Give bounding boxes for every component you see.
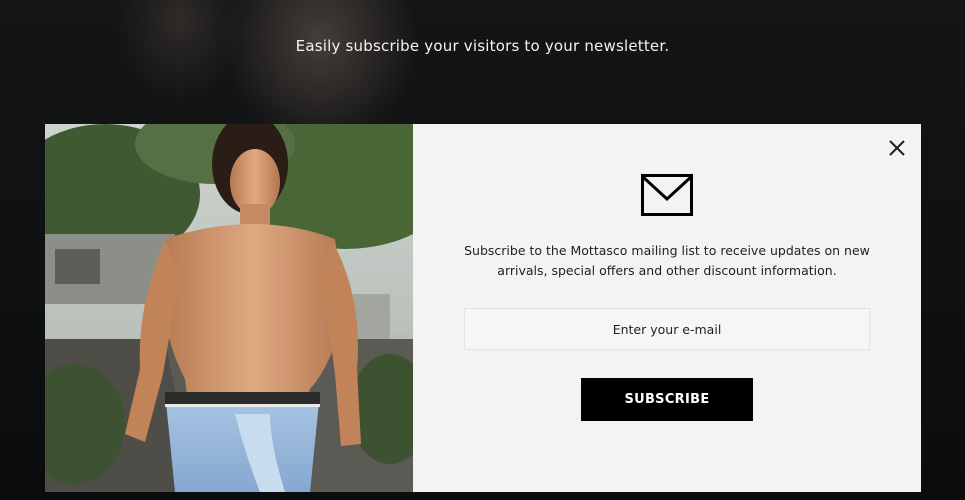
subscribe-button[interactable]: SUBSCRIBE [581,378,753,421]
background-caption: Easily subscribe your visitors to your n… [295,37,670,55]
email-input[interactable] [464,308,870,350]
newsletter-popup: Subscribe to the Mottasco mailing list t… [45,124,921,492]
popup-content: Subscribe to the Mottasco mailing list t… [413,124,921,492]
envelope-icon [641,174,693,216]
subscribe-description: Subscribe to the Mottasco mailing list t… [464,243,870,278]
close-icon[interactable] [887,138,907,158]
model-photo [45,124,413,492]
